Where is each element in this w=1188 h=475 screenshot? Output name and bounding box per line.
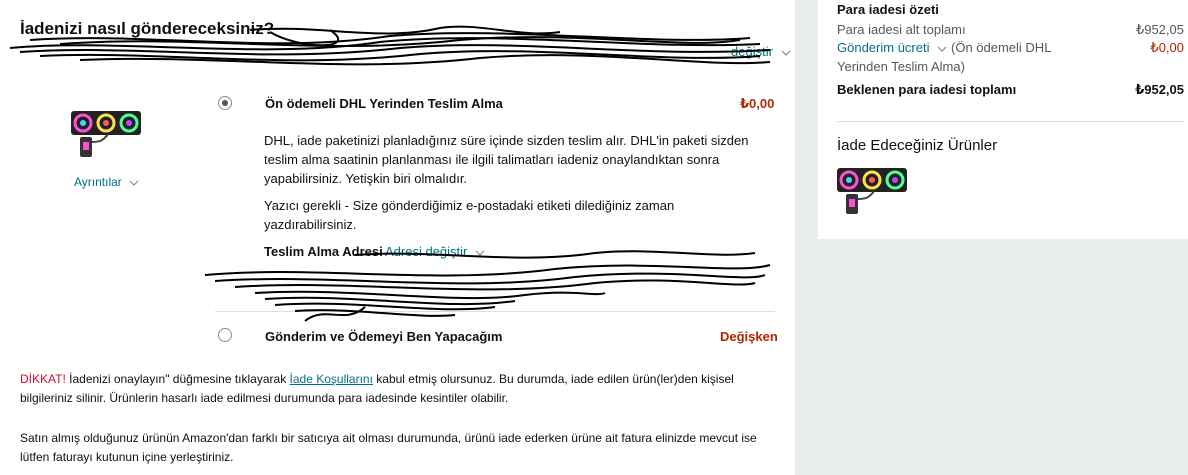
divider bbox=[215, 311, 775, 312]
return-items-title: İade Edeceğiniz Ürünler bbox=[837, 137, 998, 154]
option-dhl-title: Ön ödemeli DHL Yerinden Teslim Alma bbox=[265, 96, 503, 111]
chevron-down-icon bbox=[781, 50, 790, 56]
chevron-down-icon bbox=[475, 250, 485, 256]
return-terms-notice: DİKKAT! İadenizi onaylayın" düğmesine tı… bbox=[20, 370, 780, 408]
warning-label: DİKKAT! bbox=[20, 372, 66, 386]
option-self-ship-title: Gönderim ve Ödemeyi Ben Yapacağım bbox=[265, 329, 503, 344]
return-item-image[interactable] bbox=[836, 167, 908, 220]
summary-title: Para iadesi özeti bbox=[837, 2, 939, 17]
total-label: Beklenen para iadesi toplamı bbox=[837, 82, 1017, 97]
details-link[interactable]: Ayrıntılar bbox=[74, 175, 139, 189]
invoice-note: Satın almış olduğunuz ürünün Amazon'dan … bbox=[20, 431, 757, 464]
printer-note: Yazıcı gerekli - Size gönderdiğimiz e-po… bbox=[264, 198, 675, 232]
change-address-link[interactable]: Adresi değiştir bbox=[385, 244, 485, 259]
refund-summary-panel: Para iadesi özeti Para iadesi alt toplam… bbox=[818, 0, 1188, 239]
page-title: İadenizi nasıl göndereceksiniz? bbox=[20, 19, 275, 38]
change-return-method-link[interactable]: değiştir bbox=[731, 44, 791, 59]
radio-dhl-pickup[interactable] bbox=[218, 96, 232, 110]
product-image[interactable] bbox=[70, 110, 142, 163]
total-value: ₺952,05 bbox=[1135, 82, 1184, 97]
return-method-panel: İadenizi nasıl göndereceksiniz? değiştir… bbox=[0, 0, 795, 475]
option-self-ship-price: Değişken bbox=[720, 329, 778, 344]
shipping-note: (Ön ödemeli DHL Yerinden Teslim Alma) bbox=[837, 40, 1051, 74]
aio-cooler-icon bbox=[837, 168, 907, 214]
return-terms-link[interactable]: İade Koşullarını bbox=[290, 372, 373, 386]
shipping-value: ₺0,00 bbox=[1150, 40, 1184, 55]
subtotal-value: ₺952,05 bbox=[1135, 22, 1184, 37]
radio-self-ship[interactable] bbox=[218, 328, 232, 342]
option-dhl-price: ₺0,00 bbox=[740, 96, 775, 111]
aio-cooler-icon bbox=[71, 111, 141, 157]
chevron-down-icon bbox=[129, 180, 139, 186]
pickup-address-label: Teslim Alma Adresi bbox=[264, 244, 383, 259]
divider bbox=[837, 121, 1184, 122]
subtotal-label: Para iadesi alt toplamı bbox=[837, 22, 966, 37]
notice-text: İadenizi onaylayın" düğmesine tıklayarak bbox=[69, 372, 287, 386]
option-dhl-description: DHL, iade paketinizi planladığınız süre … bbox=[264, 133, 749, 186]
